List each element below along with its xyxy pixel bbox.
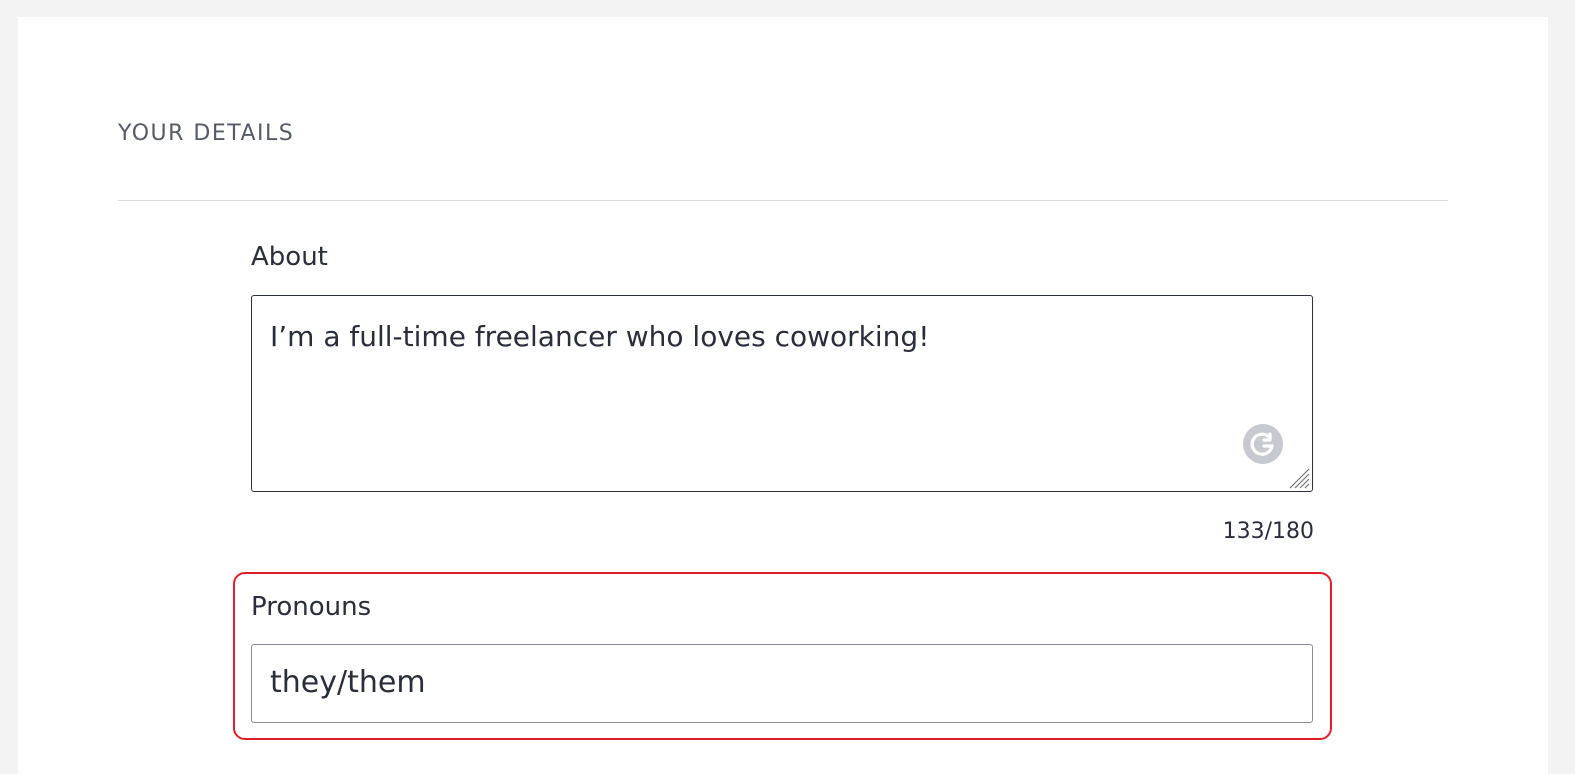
about-text: I’m a full-time freelancer who loves cow…	[270, 320, 930, 353]
pronouns-value: they/them	[270, 665, 426, 700]
details-card: YOUR DETAILS About I’m a full-time freel…	[18, 17, 1548, 774]
pronouns-input[interactable]: they/them	[251, 644, 1313, 723]
pronouns-label: Pronouns	[251, 592, 372, 622]
character-counter: 133/180	[1222, 519, 1314, 544]
resize-handle-icon[interactable]	[1286, 465, 1310, 489]
section-title: YOUR DETAILS	[118, 121, 295, 146]
about-label: About	[251, 242, 328, 272]
about-textarea[interactable]: I’m a full-time freelancer who loves cow…	[251, 295, 1313, 492]
grammarly-icon[interactable]	[1243, 424, 1283, 464]
section-divider	[118, 200, 1448, 201]
